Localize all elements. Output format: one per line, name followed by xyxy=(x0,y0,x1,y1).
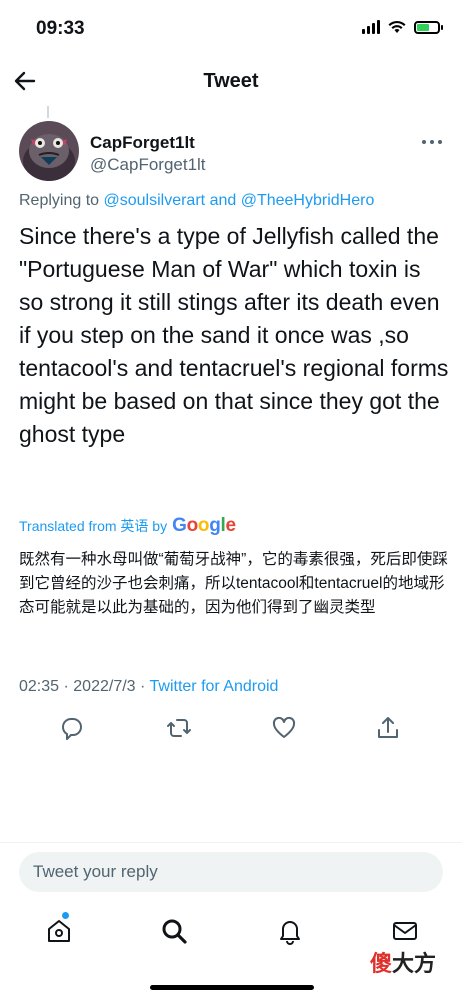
more-options-icon[interactable] xyxy=(420,136,444,148)
replying-prefix: Replying to xyxy=(19,192,100,209)
reply-input[interactable]: Tweet your reply xyxy=(19,852,443,892)
like-icon[interactable] xyxy=(271,715,297,741)
google-logo: Google xyxy=(172,515,236,536)
divider xyxy=(0,842,462,843)
avatar[interactable] xyxy=(19,121,79,181)
top-bar: Tweet xyxy=(0,60,462,106)
tweet-time: 02:35 xyxy=(19,678,60,695)
replying-joiner: and xyxy=(209,192,237,209)
home-notification-dot xyxy=(62,912,69,919)
author-handle[interactable]: @CapForget1lt xyxy=(90,155,206,175)
battery-level xyxy=(417,23,429,31)
meta-separator: · xyxy=(63,678,69,695)
cellular-signal-icon xyxy=(362,20,380,34)
replying-to: Replying to @soulsilverart and @TheeHybr… xyxy=(19,192,374,210)
tweet-meta: 02:35 · 2022/7/3 · Twitter for Android xyxy=(19,678,278,696)
retweet-icon[interactable] xyxy=(166,715,192,741)
tweet-date: 2022/7/3 xyxy=(73,678,136,695)
page-title: Tweet xyxy=(203,70,259,92)
notifications-icon[interactable] xyxy=(275,916,305,946)
search-icon[interactable] xyxy=(159,916,189,946)
watermark: 傻大方 xyxy=(370,946,436,978)
tweet-source-link[interactable]: Twitter for Android xyxy=(150,678,279,695)
tweet-actions xyxy=(0,715,462,745)
home-icon[interactable] xyxy=(44,916,74,946)
reply-target-link[interactable]: @soulsilverart xyxy=(104,192,206,209)
translated-text: 既然有一种水母叫做“葡萄牙战神”，它的毒素很强，死后即使踩到它曾经的沙子也会刺痛… xyxy=(19,551,448,616)
author-name[interactable]: CapForget1lt xyxy=(90,133,195,153)
tweet-text: Since there's a type of Jellyfish called… xyxy=(19,223,449,447)
translation-attribution[interactable]: Translated from 英语 by Google xyxy=(19,515,236,537)
status-time: 09:33 xyxy=(36,18,85,39)
thread-connector-line xyxy=(47,106,49,118)
translation-label: Translated from 英语 by xyxy=(19,518,168,534)
battery-icon xyxy=(414,20,443,34)
meta-separator: · xyxy=(140,678,146,695)
wifi-icon xyxy=(388,20,406,33)
reply-icon[interactable] xyxy=(59,715,85,741)
watermark-part2: 大方 xyxy=(392,951,437,976)
status-icons xyxy=(362,20,443,34)
reply-target-link[interactable]: @TheeHybridHero xyxy=(241,192,375,209)
watermark-part1: 傻 xyxy=(370,951,393,976)
home-indicator xyxy=(150,985,314,990)
share-icon[interactable] xyxy=(375,715,401,741)
status-bar: 09:33 xyxy=(0,0,462,60)
messages-icon[interactable] xyxy=(390,916,420,946)
